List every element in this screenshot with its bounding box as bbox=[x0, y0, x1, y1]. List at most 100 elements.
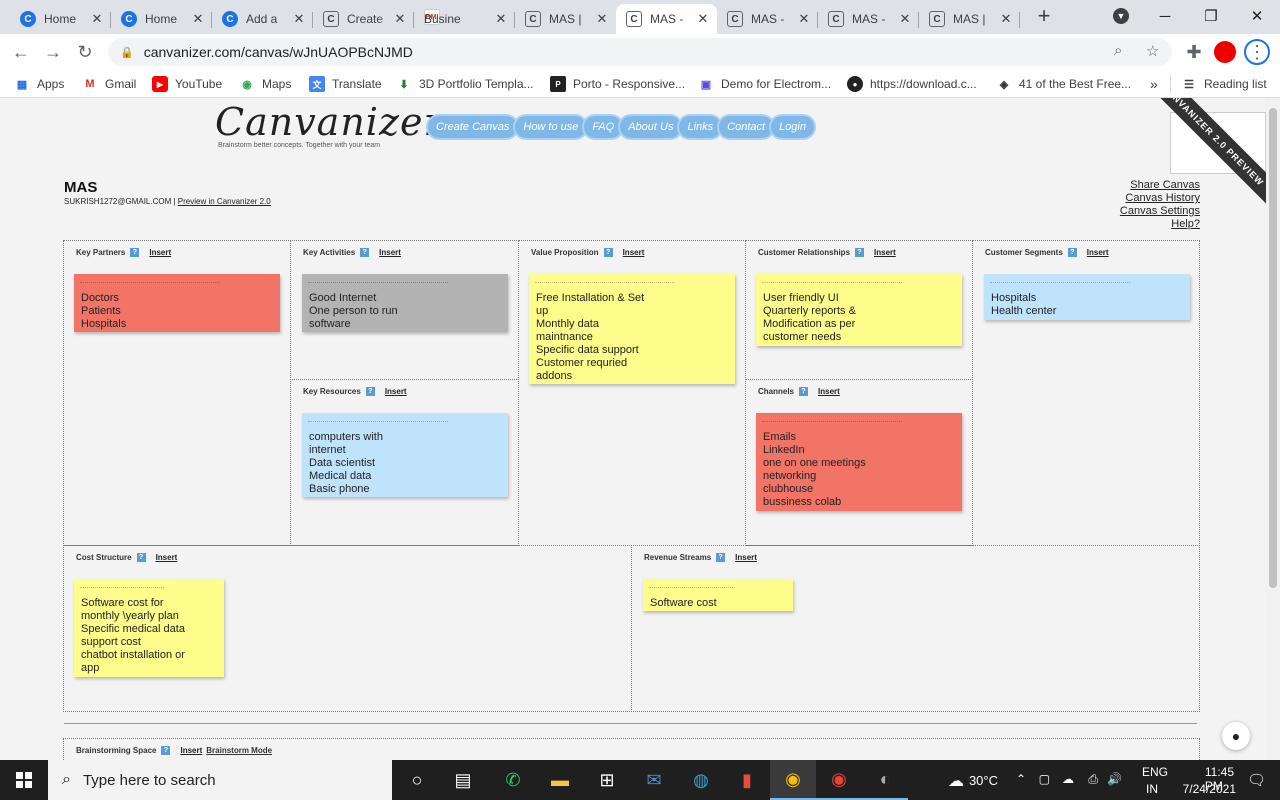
back-button[interactable]: ← bbox=[8, 39, 34, 65]
insert-button[interactable]: Insert bbox=[156, 553, 178, 562]
app-taskbar-button[interactable]: ◐ bbox=[862, 760, 908, 800]
close-window-button[interactable]: ✕ bbox=[1234, 0, 1280, 32]
file-explorer-button[interactable]: ▬ bbox=[537, 760, 583, 800]
preview-link[interactable]: Preview in Canvanizer 2.0 bbox=[178, 197, 271, 206]
browser-tab[interactable]: C Home ✕ bbox=[111, 4, 212, 34]
help-icon[interactable]: ? bbox=[855, 248, 865, 257]
browser-tab[interactable]: C MAS - ✕ bbox=[717, 4, 818, 34]
extensions-button[interactable]: ✚ bbox=[1181, 39, 1207, 65]
bookmark-best-free[interactable]: ◈ 41 of the Best Free... bbox=[996, 75, 1131, 93]
insert-button[interactable]: Insert bbox=[818, 387, 840, 396]
onedrive-icon[interactable]: ☁ bbox=[1062, 772, 1074, 786]
whatsapp-button[interactable]: ✆ bbox=[490, 760, 536, 800]
meet-icon[interactable]: ▢ bbox=[1039, 772, 1050, 786]
canvas-history-link[interactable]: Canvas History bbox=[1120, 192, 1200, 205]
nav-links[interactable]: Links bbox=[679, 116, 722, 138]
canvas-settings-link[interactable]: Canvas Settings bbox=[1120, 205, 1200, 218]
browser-tab[interactable]: C MAS | ✕ bbox=[515, 4, 616, 34]
bookmark-gmail[interactable]: M Gmail bbox=[82, 75, 136, 93]
office-button[interactable]: ▮ bbox=[724, 760, 770, 800]
reading-list-button[interactable]: ☰ Reading list bbox=[1181, 75, 1267, 93]
browser-tab[interactable]: C Create ✕ bbox=[313, 4, 414, 34]
insert-button[interactable]: Insert bbox=[874, 248, 896, 257]
close-tab-icon[interactable]: ✕ bbox=[493, 11, 509, 27]
help-icon[interactable]: ? bbox=[365, 387, 375, 396]
language-indicator[interactable]: ENG bbox=[1142, 765, 1168, 779]
insert-button[interactable]: Insert bbox=[379, 248, 401, 257]
help-icon[interactable]: ? bbox=[130, 248, 140, 257]
sticky-note[interactable]: Free Installation & Set up Monthly data … bbox=[529, 274, 735, 384]
nav-create-canvas[interactable]: Create Canvas bbox=[428, 116, 518, 138]
restore-button[interactable]: ❐ bbox=[1188, 0, 1234, 32]
nav-how-to-use[interactable]: How to use bbox=[515, 116, 587, 138]
profile-button[interactable] bbox=[1212, 39, 1238, 65]
url-text[interactable]: canvanizer.com/canvas/wJnUAOPBcNJMD bbox=[144, 44, 413, 60]
nav-login[interactable]: Login bbox=[771, 116, 814, 138]
insert-button[interactable]: Insert bbox=[1087, 248, 1109, 257]
bookmark-porto[interactable]: P Porto - Responsive... bbox=[550, 75, 685, 93]
insert-button[interactable]: Insert bbox=[180, 746, 202, 755]
site-logo[interactable]: Canvanizer bbox=[215, 100, 443, 144]
help-icon[interactable]: ? bbox=[360, 248, 370, 257]
help-icon[interactable]: ? bbox=[799, 387, 809, 396]
browser-tab[interactable]: C Add a ✕ bbox=[212, 4, 313, 34]
close-tab-icon[interactable]: ✕ bbox=[796, 11, 812, 27]
clock-date[interactable]: 7/24/2021 bbox=[1183, 782, 1236, 796]
close-tab-icon[interactable]: ✕ bbox=[89, 11, 105, 27]
help-icon[interactable]: ? bbox=[161, 746, 171, 755]
edge-button[interactable]: ◍ bbox=[678, 760, 724, 800]
help-icon[interactable]: ? bbox=[1067, 248, 1077, 257]
help-icon[interactable]: ? bbox=[136, 553, 146, 562]
brainstorm-mode-link[interactable]: Brainstorm Mode bbox=[206, 746, 272, 755]
sticky-note[interactable]: Doctors Patients Hospitals bbox=[74, 274, 280, 332]
nav-contact[interactable]: Contact bbox=[719, 116, 774, 138]
insert-button[interactable]: Insert bbox=[385, 387, 407, 396]
sticky-note[interactable]: User friendly UI Quarterly reports & Mod… bbox=[756, 274, 962, 346]
taskbar-search[interactable]: ⌕ Type here to search bbox=[48, 760, 392, 800]
sticky-note[interactable]: computers with internet Data scientist M… bbox=[302, 413, 508, 497]
sticky-note[interactable]: Emails LinkedIn one on one meetings netw… bbox=[756, 413, 962, 511]
bookmark-star-icon[interactable]: ☆ bbox=[1146, 42, 1159, 60]
weather-icon[interactable]: ☁ bbox=[948, 771, 964, 791]
close-tab-icon[interactable]: ✕ bbox=[190, 11, 206, 27]
volume-icon[interactable]: 🔊 bbox=[1107, 772, 1122, 786]
close-tab-icon[interactable]: ✕ bbox=[594, 11, 610, 27]
nav-about-us[interactable]: About Us bbox=[620, 116, 682, 138]
bookmark-maps[interactable]: ◉ Maps bbox=[239, 75, 291, 93]
cookie-settings-button[interactable]: ● bbox=[1222, 722, 1250, 750]
zoom-icon[interactable]: ⌕ bbox=[1114, 42, 1122, 59]
menu-button[interactable]: ⋮ bbox=[1244, 39, 1270, 65]
bookmark-download[interactable]: ● https://download.c... bbox=[847, 75, 977, 93]
chrome-profile-taskbar-button[interactable]: ◉ bbox=[816, 760, 862, 800]
browser-tab[interactable]: BMI Busine ✕ bbox=[414, 4, 515, 34]
bookmark-apps[interactable]: ▦ Apps bbox=[14, 75, 65, 93]
insert-button[interactable]: Insert bbox=[623, 248, 645, 257]
browser-tab[interactable]: C MAS - ✕ bbox=[818, 4, 919, 34]
bookmark-youtube[interactable]: ▶ YouTube bbox=[152, 75, 222, 93]
notifications-icon[interactable]: 🗨 bbox=[1247, 771, 1266, 789]
bookmark-demo[interactable]: ▣ Demo for Electrom... bbox=[698, 75, 831, 93]
sticky-note[interactable]: Software cost bbox=[643, 579, 793, 611]
close-tab-icon[interactable]: ✕ bbox=[392, 11, 408, 27]
chevron-up-icon[interactable]: ⌃ bbox=[1016, 772, 1026, 786]
insert-button[interactable]: Insert bbox=[735, 553, 757, 562]
vertical-scrollbar[interactable] bbox=[1266, 98, 1280, 760]
browser-tab-active[interactable]: C MAS - ✕ bbox=[616, 4, 717, 34]
share-canvas-link[interactable]: Share Canvas bbox=[1120, 179, 1200, 192]
scrollbar-thumb[interactable] bbox=[1269, 108, 1277, 588]
weather-temp[interactable]: 30°C bbox=[969, 773, 998, 788]
cortana-button[interactable]: ○ bbox=[394, 760, 440, 800]
browser-tab[interactable]: C MAS | ✕ bbox=[919, 4, 1020, 34]
help-icon[interactable]: ? bbox=[716, 553, 726, 562]
chrome-taskbar-button[interactable]: ◉ bbox=[770, 760, 816, 800]
address-bar[interactable]: 🔒 canvanizer.com/canvas/wJnUAOPBcNJMD ⌕ … bbox=[108, 38, 1172, 66]
minimize-button[interactable]: ─ bbox=[1142, 0, 1188, 32]
help-link[interactable]: Help? bbox=[1120, 218, 1200, 231]
close-tab-icon[interactable]: ✕ bbox=[291, 11, 307, 27]
more-bookmarks-button[interactable]: » bbox=[1150, 75, 1158, 93]
nav-faq[interactable]: FAQ bbox=[584, 116, 623, 138]
sticky-note[interactable]: Hospitals Health center bbox=[984, 274, 1190, 320]
mail-button[interactable]: ✉ bbox=[631, 760, 677, 800]
bookmark-translate[interactable]: 文 Translate bbox=[309, 75, 382, 93]
browser-tab[interactable]: C Home ✕ bbox=[10, 4, 111, 34]
